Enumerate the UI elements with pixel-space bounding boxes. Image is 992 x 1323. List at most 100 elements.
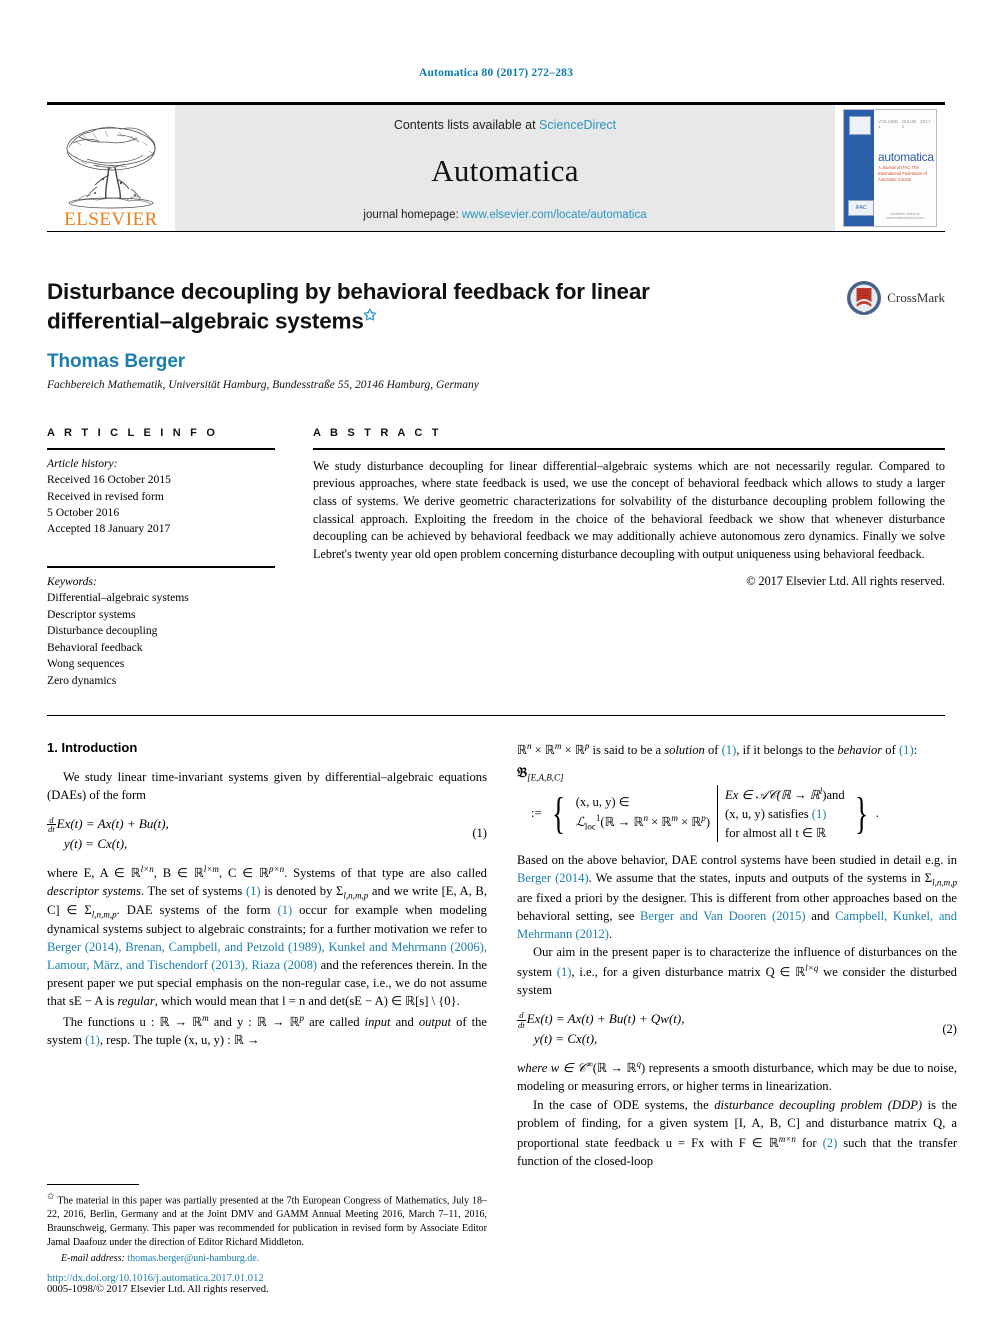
equation-reference-link[interactable]: (1)	[899, 743, 914, 757]
title-line-2: differential–algebraic systems	[47, 308, 364, 334]
history-item: Accepted 18 January 2017	[47, 522, 171, 536]
t: .	[875, 806, 879, 821]
article-history-label: Article history:	[47, 456, 118, 470]
cover-subtitle: A Journal of IFAC The International Fede…	[878, 164, 927, 183]
email-link[interactable]: thomas.berger@uni-hamburg.de.	[127, 1253, 259, 1264]
cover-ifac-badge: IFAC	[848, 199, 874, 216]
equation-reference-link[interactable]: (1)	[85, 1033, 100, 1047]
issn-copyright-line: 0005-1098/© 2017 Elsevier Ltd. All right…	[47, 1284, 269, 1296]
journal-masthead: ELSEVIER Contents lists available at Sci…	[47, 101, 945, 232]
t: of	[704, 743, 722, 758]
set-condition-right: Ex ∈ 𝒜𝒞(ℝ → ℝl)and (x, u, y) satisfies (…	[718, 785, 851, 843]
paper-page: Automatica 80 (2017) 272–283 ELSEVIER Co…	[0, 0, 992, 1323]
t: .	[608, 926, 613, 941]
equation-1-body: d dt Ex(t) = Ax(t) + Bu(t), y(t) = Cx(t),	[47, 814, 472, 854]
citation-link[interactable]: Berger (2014)	[517, 871, 589, 885]
t: for	[795, 1135, 823, 1150]
right-brace-glyph: }	[854, 788, 868, 838]
article-info-column: A R T I C L E I N F O Article history: R…	[47, 427, 275, 689]
contents-prefix: Contents lists available at	[393, 117, 540, 132]
doi-link[interactable]: http://dx.doi.org/10.1016/j.automatica.2…	[47, 1273, 487, 1284]
t: ℒloc1(ℝ → ℝn × ℝm × ℝp)	[576, 812, 710, 834]
crossmark-icon	[847, 280, 882, 315]
article-info-heading: A R T I C L E I N F O	[47, 426, 219, 439]
footnote-rule	[47, 1183, 139, 1185]
set-condition-left: (x, u, y) ∈ ℒloc1(ℝ → ℝn × ℝm × ℝp)	[569, 793, 717, 834]
history-item: 5 October 2016	[47, 505, 120, 519]
keyword-item: Wong sequences	[47, 657, 125, 671]
equation-1-line-1: d dt Ex(t) = Ax(t) + Bu(t),	[47, 814, 472, 834]
right-column: ℝn × ℝm × ℝp is said to be a solution of…	[517, 740, 957, 1295]
equation-1-line-2: y(t) = Cx(t),	[64, 836, 128, 852]
abstract-text: We study disturbance decoupling for line…	[313, 458, 945, 562]
cover-issue-line: VOLUME 1 ISSUE 1 2017	[878, 119, 931, 129]
equation-1-rhs: Ex(t) = Ax(t) + Bu(t),	[56, 815, 169, 831]
t: × ℝ	[561, 743, 585, 758]
cover-year: 2017	[920, 118, 931, 124]
equation-reference-link[interactable]: (1)	[278, 903, 293, 917]
paragraph-right-2: Based on the above behavior, DAE control…	[517, 852, 957, 943]
t: and y : ℝ → ℝ	[208, 1014, 300, 1029]
t: ℒ	[575, 815, 585, 830]
t: l,n,m,p	[932, 877, 957, 888]
footnote-star-marker: ✩	[47, 1190, 55, 1201]
article-history-group: Article history: Received 16 October 201…	[47, 450, 275, 538]
history-item: Received in revised form	[47, 489, 164, 503]
t: The functions u : ℝ → ℝ	[63, 1014, 203, 1029]
t: )	[705, 815, 711, 830]
journal-homepage-line: journal homepage: www.elsevier.com/locat…	[363, 209, 646, 221]
t: l×m	[203, 863, 219, 874]
author-name[interactable]: Thomas Berger	[47, 351, 945, 373]
equation-reference-link[interactable]: (1)	[722, 743, 737, 757]
t: l,n,m,p	[343, 890, 369, 901]
equation-2: d dt Ex(t) = Ax(t) + Bu(t) + Qw(t), y(t) =…	[517, 1009, 957, 1049]
keyword-item: Disturbance decoupling	[47, 624, 158, 638]
t: , B ∈ ℝ	[153, 865, 204, 880]
equation-reference-link[interactable]: (1)	[246, 884, 261, 898]
keyword-item: Descriptor systems	[47, 607, 136, 621]
d-dt-fraction: d dt	[47, 814, 56, 835]
t: behavior	[837, 743, 883, 758]
paragraph-intro-1: We study linear time-invariant systems g…	[47, 769, 487, 805]
paragraph-right-1: ℝn × ℝm × ℝp is said to be a solution of…	[517, 740, 957, 760]
t: . Systems of that type are also called	[284, 865, 487, 880]
t: , C ∈ ℝ	[218, 865, 269, 880]
left-brace-glyph: {	[551, 788, 565, 838]
title-block: CrossMark Disturbance decoupling by beha…	[47, 278, 945, 391]
t: p×n	[269, 863, 285, 874]
cover-issue: ISSUE 1	[901, 118, 917, 129]
t: . We assume that the states, inputs and …	[588, 871, 933, 886]
title-footnote-marker[interactable]: ✩	[364, 307, 377, 324]
page-title: Disturbance decoupling by behavioral fee…	[47, 278, 747, 337]
elsevier-logo: ELSEVIER	[47, 105, 175, 231]
cover-image: IFAC VOLUME 1 ISSUE 1 2017 automatica A …	[843, 108, 937, 227]
t: Ex ∈ 𝒜𝒞(ℝ → ℝ	[725, 787, 820, 802]
crossmark-badge[interactable]: CrossMark	[846, 280, 945, 316]
journal-homepage-link[interactable]: www.elsevier.com/locate/automatica	[462, 209, 647, 221]
t: is said to be a	[589, 743, 665, 758]
cover-volume: VOLUME 1	[878, 118, 899, 129]
equation-reference-link[interactable]: (1)	[557, 965, 572, 979]
t: . The set of systems	[140, 883, 246, 898]
equation-1-number: (1)	[472, 826, 487, 841]
behavior-subscript: [E,A,B,C]	[527, 772, 564, 783]
equation-reference-link[interactable]: (1)	[812, 807, 827, 821]
elsevier-wordmark: ELSEVIER	[64, 208, 158, 230]
t: where w ∈ 𝒞	[517, 1061, 587, 1076]
t: Based on the above behavior, DAE control…	[517, 853, 957, 868]
sciencedirect-link[interactable]: ScienceDirect	[539, 118, 616, 132]
t: . DAE systems of the form	[116, 903, 278, 918]
t: l×n	[140, 863, 154, 874]
t: :	[913, 743, 918, 758]
abstract-copyright: © 2017 Elsevier Ltd. All rights reserved…	[746, 573, 945, 588]
t: ℝ	[517, 743, 527, 758]
t: (ℝ → ℝ	[592, 1061, 637, 1076]
citation-link[interactable]: Berger and Van Dooren (2015)	[640, 909, 806, 923]
t: , resp. The tuple (x, u, y) : ℝ →	[99, 1032, 260, 1047]
paragraph-right-5: In the case of ODE systems, the disturba…	[517, 1097, 957, 1171]
paragraph-intro-3: The functions u : ℝ → ℝm and y : ℝ → ℝp …	[47, 1012, 487, 1050]
t: m×n	[778, 1133, 796, 1144]
t: loc	[584, 821, 596, 832]
paragraph-intro-2: where E, A ∈ ℝl×n, B ∈ ℝl×m, C ∈ ℝp×n. S…	[47, 863, 487, 1011]
equation-reference-link[interactable]: (2)	[823, 1136, 838, 1150]
